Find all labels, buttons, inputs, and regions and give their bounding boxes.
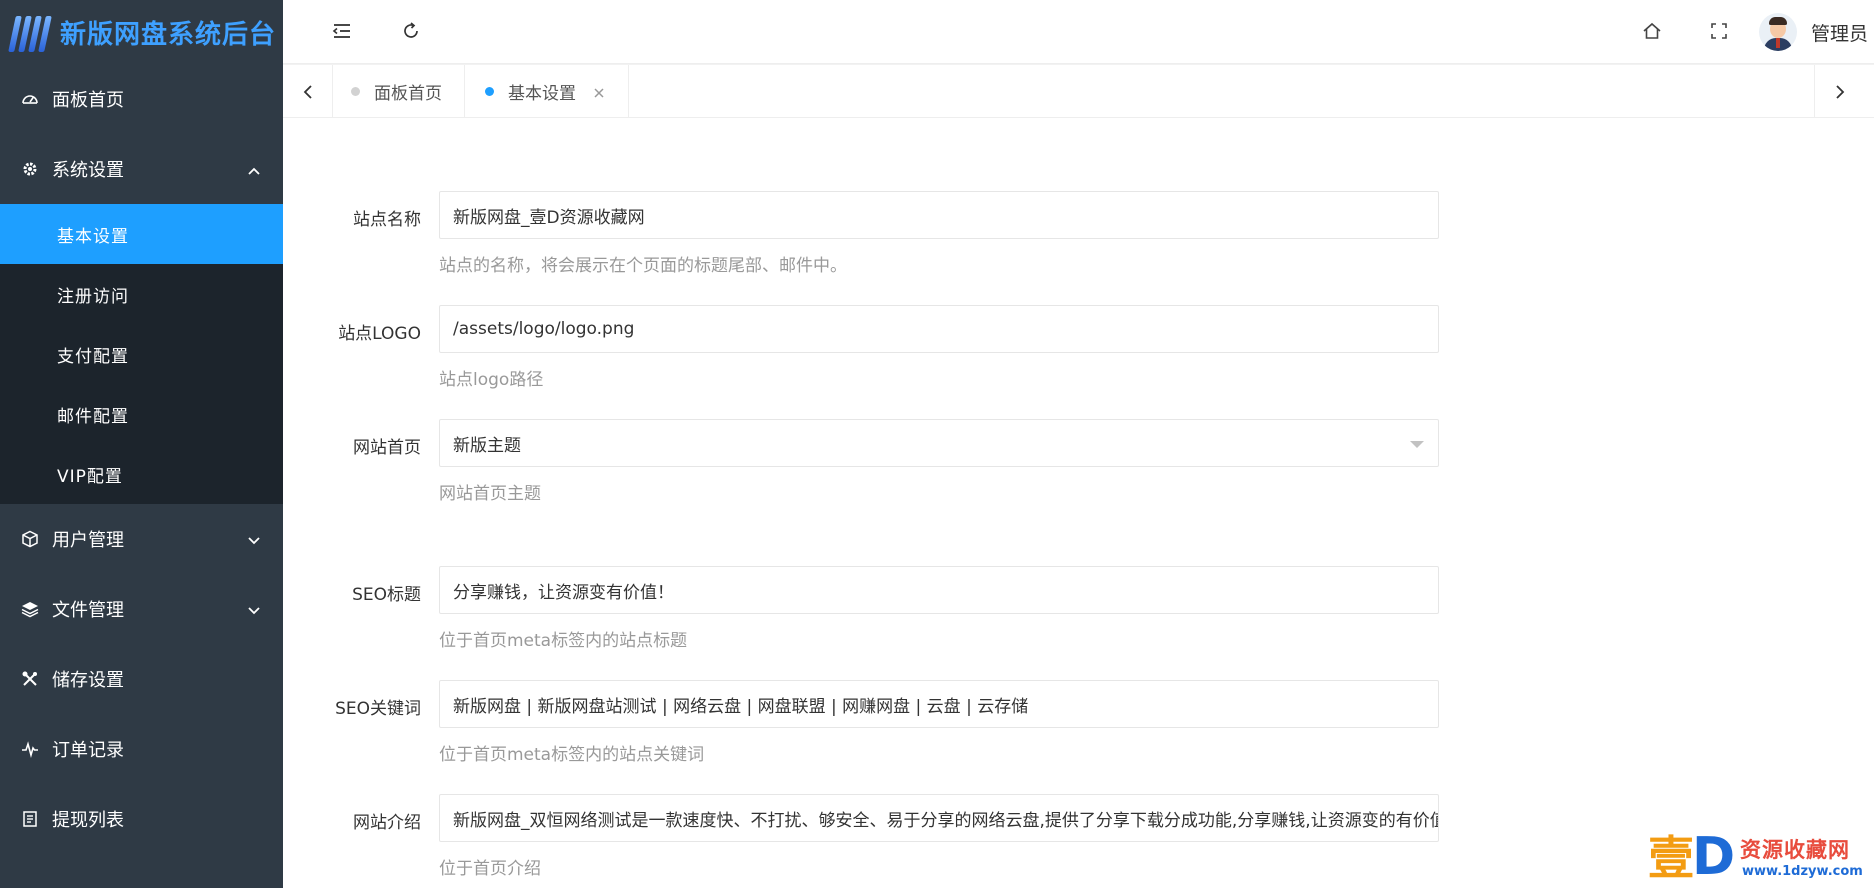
sidebar-item-label: 面板首页	[52, 90, 124, 111]
gear-icon	[20, 159, 40, 179]
site-logo-label: 站点LOGO	[338, 324, 421, 344]
sidebar-item-dashboard[interactable]: 面板首页	[0, 64, 283, 134]
tab-status-dot	[485, 87, 494, 96]
site-logo-hint: 站点logo路径	[439, 370, 544, 390]
sidebar-item-order-records[interactable]: 订单记录	[0, 714, 283, 784]
cube-icon	[20, 529, 40, 549]
seo-title-input[interactable]: 分享赚钱，让资源变有价值！	[439, 566, 1439, 614]
submenu-system-settings: 基本设置 注册访问 支付配置 邮件配置 VIP配置	[0, 204, 283, 504]
logo-icon	[8, 10, 52, 54]
tab-bar: 面板首页 基本设置	[283, 65, 1874, 118]
tab-dashboard[interactable]: 面板首页	[333, 65, 465, 118]
watermark-logo: 壹 D 资源收藏网 www.1dzyw.com	[1648, 828, 1866, 888]
layers-icon	[20, 599, 40, 619]
home-theme-label: 网站首页	[353, 438, 421, 458]
chevron-right-icon	[1835, 84, 1844, 99]
sidebar-item-storage-settings[interactable]: 储存设置	[0, 644, 283, 714]
user-name: 管理员	[1810, 22, 1868, 45]
site-intro-hint: 位于首页介绍	[439, 859, 541, 879]
tab-basic-settings[interactable]: 基本设置	[465, 65, 629, 118]
sidebar-item-mail-config[interactable]: 邮件配置	[0, 384, 283, 444]
caret-down-icon	[1410, 441, 1424, 448]
settings-form: 站点名称 新版网盘_壹D资源收藏网 站点的名称，将会展示在个页面的标题尾部、邮件…	[283, 118, 1874, 888]
chevron-down-icon	[247, 532, 261, 546]
site-name-label: 站点名称	[353, 210, 421, 230]
seo-title-hint: 位于首页meta标签内的站点标题	[439, 631, 688, 651]
sidebar-item-payment-config[interactable]: 支付配置	[0, 324, 283, 384]
seo-keywords-label: SEO关键词	[335, 699, 421, 719]
watermark-letter: D	[1692, 827, 1736, 887]
sidebar-item-system-settings[interactable]: 系统设置	[0, 134, 283, 204]
site-name-input[interactable]: 新版网盘_壹D资源收藏网	[439, 191, 1439, 239]
tab-label: 面板首页	[374, 84, 442, 104]
menu-toggle-icon[interactable]	[329, 18, 355, 44]
sidebar-item-label: 用户管理	[52, 530, 124, 551]
sidebar-item-label: 储存设置	[52, 670, 124, 691]
sidebar-item-label: 订单记录	[52, 740, 124, 761]
sidebar-item-basic-settings[interactable]: 基本设置	[0, 204, 283, 264]
seo-title-label: SEO标题	[352, 585, 421, 605]
watermark-text: 资源收藏网	[1740, 838, 1850, 862]
user-menu[interactable]: 管理员	[1758, 10, 1868, 54]
tools-icon	[20, 669, 40, 689]
home-theme-select[interactable]: 新版主题	[439, 419, 1439, 467]
refresh-icon[interactable]	[398, 18, 424, 44]
home-icon[interactable]	[1639, 18, 1665, 44]
site-logo-input[interactable]: /assets/logo/logo.png	[439, 305, 1439, 353]
sidebar-item-vip-config[interactable]: VIP配置	[0, 444, 283, 504]
chevron-down-icon	[247, 602, 261, 616]
seo-keywords-hint: 位于首页meta标签内的站点关键词	[439, 745, 705, 765]
dashboard-icon	[20, 89, 40, 109]
site-name-hint: 站点的名称，将会展示在个页面的标题尾部、邮件中。	[439, 256, 847, 276]
logo[interactable]: 新版网盘系统后台	[0, 0, 283, 64]
fullscreen-icon[interactable]	[1706, 18, 1732, 44]
app-title: 新版网盘系统后台	[60, 19, 277, 50]
sidebar-item-file-management[interactable]: 文件管理	[0, 574, 283, 644]
sidebar-item-label: 文件管理	[52, 600, 124, 621]
sidebar-item-label: 提现列表	[52, 810, 124, 831]
list-icon	[20, 809, 40, 829]
chevron-up-icon	[247, 162, 261, 176]
site-intro-label: 网站介绍	[353, 813, 421, 833]
avatar	[1758, 13, 1797, 51]
home-theme-hint: 网站首页主题	[439, 484, 541, 504]
top-header: 管理员	[283, 0, 1874, 64]
pulse-icon	[20, 739, 40, 759]
sidebar-item-register-access[interactable]: 注册访问	[0, 264, 283, 324]
sidebar-item-withdraw-list[interactable]: 提现列表	[0, 784, 283, 854]
sidebar-item-label: 系统设置	[52, 160, 124, 181]
sidebar: 新版网盘系统后台 面板首页 系统设置 基本设置 注册访问 支付配置 邮件配置 V…	[0, 0, 283, 888]
seo-keywords-input[interactable]: 新版网盘 | 新版网盘站测试 | 网络云盘 | 网盘联盟 | 网赚网盘 | 云盘…	[439, 680, 1439, 728]
site-intro-input[interactable]: 新版网盘_双恒网络测试是一款速度快、不打扰、够安全、易于分享的网络云盘,提供了分…	[439, 794, 1439, 842]
home-theme-value: 新版主题	[453, 435, 521, 456]
tab-status-dot	[351, 87, 360, 96]
tab-scroll-right-button[interactable]	[1814, 65, 1864, 118]
close-icon[interactable]	[592, 85, 606, 99]
sidebar-item-user-management[interactable]: 用户管理	[0, 504, 283, 574]
chevron-left-icon	[303, 84, 312, 99]
watermark-brand-char: 壹	[1648, 831, 1694, 885]
tab-scroll-left-button[interactable]	[283, 65, 333, 118]
watermark-url: www.1dzyw.com	[1742, 864, 1863, 879]
tab-label: 基本设置	[508, 84, 576, 104]
